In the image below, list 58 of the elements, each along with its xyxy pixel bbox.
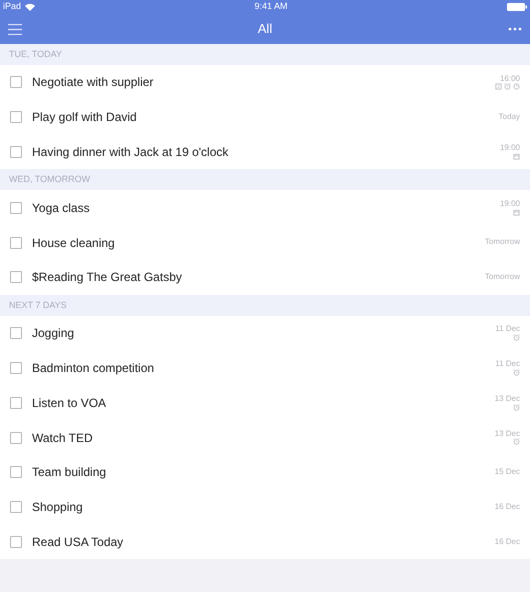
task-checkbox[interactable] — [10, 146, 22, 158]
task-checkbox[interactable] — [10, 202, 22, 214]
note-icon — [495, 83, 502, 90]
task-checkbox[interactable] — [10, 236, 22, 249]
task-title: Having dinner with Jack at 19 o'clock — [32, 144, 230, 161]
more-icon[interactable] — [508, 27, 522, 31]
task-title: Shopping — [32, 499, 84, 516]
task-checkbox[interactable] — [10, 111, 22, 124]
due-label: 11 Dec — [495, 325, 520, 334]
battery-icon — [506, 3, 527, 11]
task-title: Negotiate with supplier — [32, 74, 154, 92]
due-label: Tomorrow — [484, 238, 520, 247]
clock-icon — [513, 83, 520, 90]
alarm-icon — [513, 334, 520, 342]
due-label: 19:00 — [500, 144, 520, 153]
calendar-icon — [513, 208, 520, 216]
due-label: 16 Dec — [494, 502, 520, 512]
task-checkbox[interactable] — [10, 501, 22, 514]
due-label: 19:00 — [500, 200, 520, 209]
task-title: House cleaning — [32, 234, 116, 252]
task-title: Listen to VOA — [32, 394, 108, 412]
due-label: 16 Dec — [494, 538, 520, 546]
clock-time: 9:41 AM — [254, 0, 288, 14]
task-checkbox[interactable] — [10, 271, 22, 284]
screen-title: All — [258, 20, 272, 38]
task-title: Yoga class — [32, 200, 91, 217]
task-checkbox[interactable] — [10, 536, 22, 548]
task-title: Badminton competition — [32, 360, 156, 377]
due-label: 11 Dec — [495, 360, 520, 369]
due-label: 13 Dec — [494, 430, 520, 438]
due-label: 16:00 — [500, 74, 520, 84]
due-label: Tomorrow — [484, 272, 520, 282]
alarm-icon — [513, 404, 520, 411]
task-checkbox[interactable] — [10, 396, 22, 409]
alarm-icon — [513, 438, 520, 446]
alarm-icon — [504, 83, 511, 90]
section-header: WED, TOMORROW — [9, 174, 90, 184]
due-label: 13 Dec — [494, 394, 520, 404]
task-title: Team building — [32, 464, 108, 482]
calendar-icon — [513, 152, 520, 160]
alarm-icon — [513, 368, 520, 376]
task-checkbox[interactable] — [10, 327, 22, 340]
task-checkbox[interactable] — [10, 432, 22, 444]
task-title: Read USA Today — [32, 534, 124, 551]
task-title: Watch TED — [32, 430, 94, 447]
device-name: iPad — [3, 0, 22, 14]
section-header: NEXT 7 DAYS — [9, 300, 67, 310]
task-checkbox[interactable] — [10, 76, 22, 88]
task-checkbox[interactable] — [10, 466, 22, 478]
task-title: Jogging — [32, 325, 76, 342]
due-label: Today — [498, 112, 520, 122]
due-label: 15 Dec — [494, 468, 520, 477]
task-title: Play golf with David — [32, 109, 138, 126]
task-title: $Reading The Great Gatsby — [32, 269, 183, 286]
wifi-icon — [25, 3, 36, 11]
section-header: TUE, TODAY — [9, 49, 62, 59]
menu-icon[interactable] — [8, 24, 22, 34]
task-checkbox[interactable] — [10, 362, 22, 374]
